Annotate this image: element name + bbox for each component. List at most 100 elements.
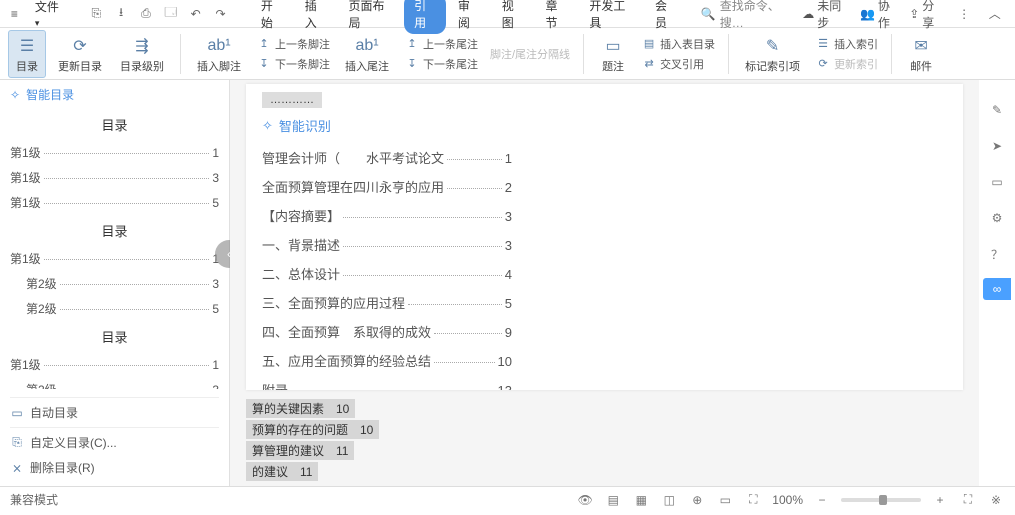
file-menu[interactable]: 文件 xyxy=(29,0,70,29)
remove-toc-option[interactable]: ⨯删除目录(R) xyxy=(10,455,219,480)
insert-index[interactable]: ☰插入索引 xyxy=(812,35,881,53)
document-page[interactable]: ………… ✧ 智能识别 管理会计师（ 水平考试论文1全面预算管理在四川永亨的应用… xyxy=(246,84,963,390)
auto-icon: ▭ xyxy=(10,406,24,420)
toc-entry[interactable]: 四、全面预算 系取得的成效9 xyxy=(262,317,512,346)
update-toc-button[interactable]: ⟳更新目录 xyxy=(52,30,108,78)
toc-entry[interactable]: 附录13 xyxy=(262,375,512,390)
next-endnote[interactable]: ↧下一条尾注 xyxy=(401,55,481,73)
zoom-slider[interactable] xyxy=(841,498,921,502)
toc-sample-title[interactable]: 目录 xyxy=(10,215,219,246)
tab-开发工具[interactable]: 开发工具 xyxy=(579,0,643,34)
insert-table-toc[interactable]: ▤插入表目录 xyxy=(638,35,718,53)
chevron-up-icon[interactable]: ︿ xyxy=(984,3,1005,25)
toc-entry[interactable]: 五、应用全面预算的经验总结10 xyxy=(262,346,512,375)
tab-开始[interactable]: 开始 xyxy=(251,0,293,34)
reading-view-icon[interactable]: ▦ xyxy=(632,491,650,509)
sync-label: 未同步 xyxy=(817,0,850,31)
toc-sample-row[interactable]: 第1级1 xyxy=(10,246,219,271)
next-footnote[interactable]: ↧下一条脚注 xyxy=(253,55,333,73)
zoom-out-icon[interactable]: − xyxy=(813,491,831,509)
more-icon[interactable]: ⋮ xyxy=(954,3,975,25)
print-icon[interactable]: ⎙ xyxy=(136,3,157,25)
toc-sample-row[interactable]: 第1级3 xyxy=(10,165,219,190)
cross-reference[interactable]: ⇄交叉引用 xyxy=(638,55,718,73)
web-view-icon[interactable]: ⊕ xyxy=(688,491,706,509)
toc-entry[interactable]: 三、全面预算的应用过程5 xyxy=(262,288,512,317)
tab-审阅[interactable]: 审阅 xyxy=(448,0,490,34)
toc-icon: ☰ xyxy=(15,34,39,58)
undo-icon[interactable]: ↶ xyxy=(185,3,206,25)
prev-endnote[interactable]: ↥上一条尾注 xyxy=(401,35,481,53)
smart-toc-header[interactable]: ✧ 智能目录 xyxy=(0,80,229,109)
smart-label: 智能识别 xyxy=(279,116,331,135)
tab-视图[interactable]: 视图 xyxy=(492,0,534,34)
mark-index-button[interactable]: ✎标记索引项 xyxy=(739,30,806,78)
caption-label: 题注 xyxy=(602,58,624,74)
share-button[interactable]: ⇪分享 xyxy=(909,0,944,31)
highlighted-text: 的建议 11 xyxy=(246,462,318,481)
outline-view-icon[interactable]: ▤ xyxy=(604,491,622,509)
toc-sample-title[interactable]: 目录 xyxy=(10,321,219,352)
fit-icon[interactable]: ⛶ xyxy=(744,491,762,509)
sync-status[interactable]: ☁未同步 xyxy=(802,0,850,31)
hamburger-icon[interactable]: ≡ xyxy=(4,3,25,25)
mark-icon: ✎ xyxy=(761,34,785,58)
help-icon[interactable]: ？ xyxy=(985,242,1009,266)
fullscreen-icon[interactable]: ⛶ xyxy=(959,491,977,509)
prev-icon: ↥ xyxy=(404,36,420,52)
zoom-in-icon[interactable]: + xyxy=(931,491,949,509)
caption-icon: ▭ xyxy=(601,34,625,58)
expand-icon[interactable]: ※ xyxy=(987,491,1005,509)
toc-entry[interactable]: 全面预算管理在四川永亨的应用2 xyxy=(262,172,512,201)
page-header-fragment: ………… xyxy=(262,92,322,108)
pencil-icon[interactable]: ✎ xyxy=(985,98,1009,122)
toc-sample-row[interactable]: 第1级5 xyxy=(10,190,219,215)
smart-recognition-row[interactable]: ✧ 智能识别 xyxy=(262,112,947,143)
slider-handle[interactable] xyxy=(879,495,887,505)
mail-button[interactable]: ✉邮件 xyxy=(902,30,940,78)
tab-章节[interactable]: 章节 xyxy=(536,0,578,34)
cursor-icon[interactable]: ➤ xyxy=(985,134,1009,158)
select-icon[interactable]: ▭ xyxy=(985,170,1009,194)
caption-button[interactable]: ▭题注 xyxy=(594,30,632,78)
toc-sample-row[interactable]: 第1级1 xyxy=(10,140,219,165)
cloud-icon: ☁ xyxy=(802,7,814,21)
toc-entry[interactable]: 【内容摘要】3 xyxy=(262,201,512,230)
command-search[interactable]: 🔍 查找命令、搜… xyxy=(701,0,799,31)
cloud-icon[interactable]: ∞ xyxy=(983,278,1011,300)
toc-sample-row[interactable]: 第1级1 xyxy=(10,352,219,377)
insert-endnote-button[interactable]: ab¹插入尾注 xyxy=(339,30,395,78)
custom-toc-option[interactable]: ⎘自定义目录(C)... xyxy=(10,430,219,455)
toc-entry[interactable]: 一、背景描述3 xyxy=(262,230,512,259)
highlighted-fragments: 算的关键因素 10预算的存在的问题 10算管理的建议 11的建议 11 xyxy=(246,398,963,482)
tab-插入[interactable]: 插入 xyxy=(295,0,337,34)
tab-引用[interactable]: 引用 xyxy=(404,0,446,34)
work-area: ✧ 智能目录 目录第1级1第1级3第1级5目录第1级1第2级3第2级5目录第1级… xyxy=(0,80,1015,486)
toc-sample-title[interactable]: 目录 xyxy=(10,109,219,140)
table-icon: ▤ xyxy=(641,36,657,52)
settings-icon[interactable]: ⚙ xyxy=(985,206,1009,230)
toc-sample-row[interactable]: 第2级3 xyxy=(10,377,219,389)
page-view-icon[interactable]: ◫ xyxy=(660,491,678,509)
prev-footnote[interactable]: ↥上一条脚注 xyxy=(253,35,333,53)
status-bar: 兼容模式 👁 ▤ ▦ ◫ ⊕ ▭ ⛶ 100% − + ⛶ ※ xyxy=(0,486,1015,512)
open-icon[interactable]: ⭳ xyxy=(111,3,132,25)
tab-页面布局[interactable]: 页面布局 xyxy=(339,0,403,34)
coop-label: 协作 xyxy=(878,0,899,31)
auto-toc-option[interactable]: ▭自动目录 xyxy=(10,400,219,425)
redo-icon[interactable]: ↷ xyxy=(210,3,231,25)
toc-button[interactable]: ☰目录 xyxy=(8,30,46,78)
levels-icon: ⇶ xyxy=(130,34,154,58)
toc-entry[interactable]: 管理会计师（ 水平考试论文1 xyxy=(262,143,512,172)
tab-会员[interactable]: 会员 xyxy=(645,0,687,34)
insert-footnote-button[interactable]: ab¹插入脚注 xyxy=(191,30,247,78)
toc-sample-row[interactable]: 第2级5 xyxy=(10,296,219,321)
eye-icon[interactable]: 👁 xyxy=(576,491,594,509)
toc-entry[interactable]: 二、总体设计4 xyxy=(262,259,512,288)
toc-sample-row[interactable]: 第2级3 xyxy=(10,271,219,296)
preview-icon[interactable]: 🗔 xyxy=(160,3,181,25)
coop-button[interactable]: 👥协作 xyxy=(860,0,899,31)
fullwidth-icon[interactable]: ▭ xyxy=(716,491,734,509)
toc-level-button[interactable]: ⇶目录级别 xyxy=(114,30,170,78)
new-icon[interactable]: ⎘ xyxy=(86,3,107,25)
